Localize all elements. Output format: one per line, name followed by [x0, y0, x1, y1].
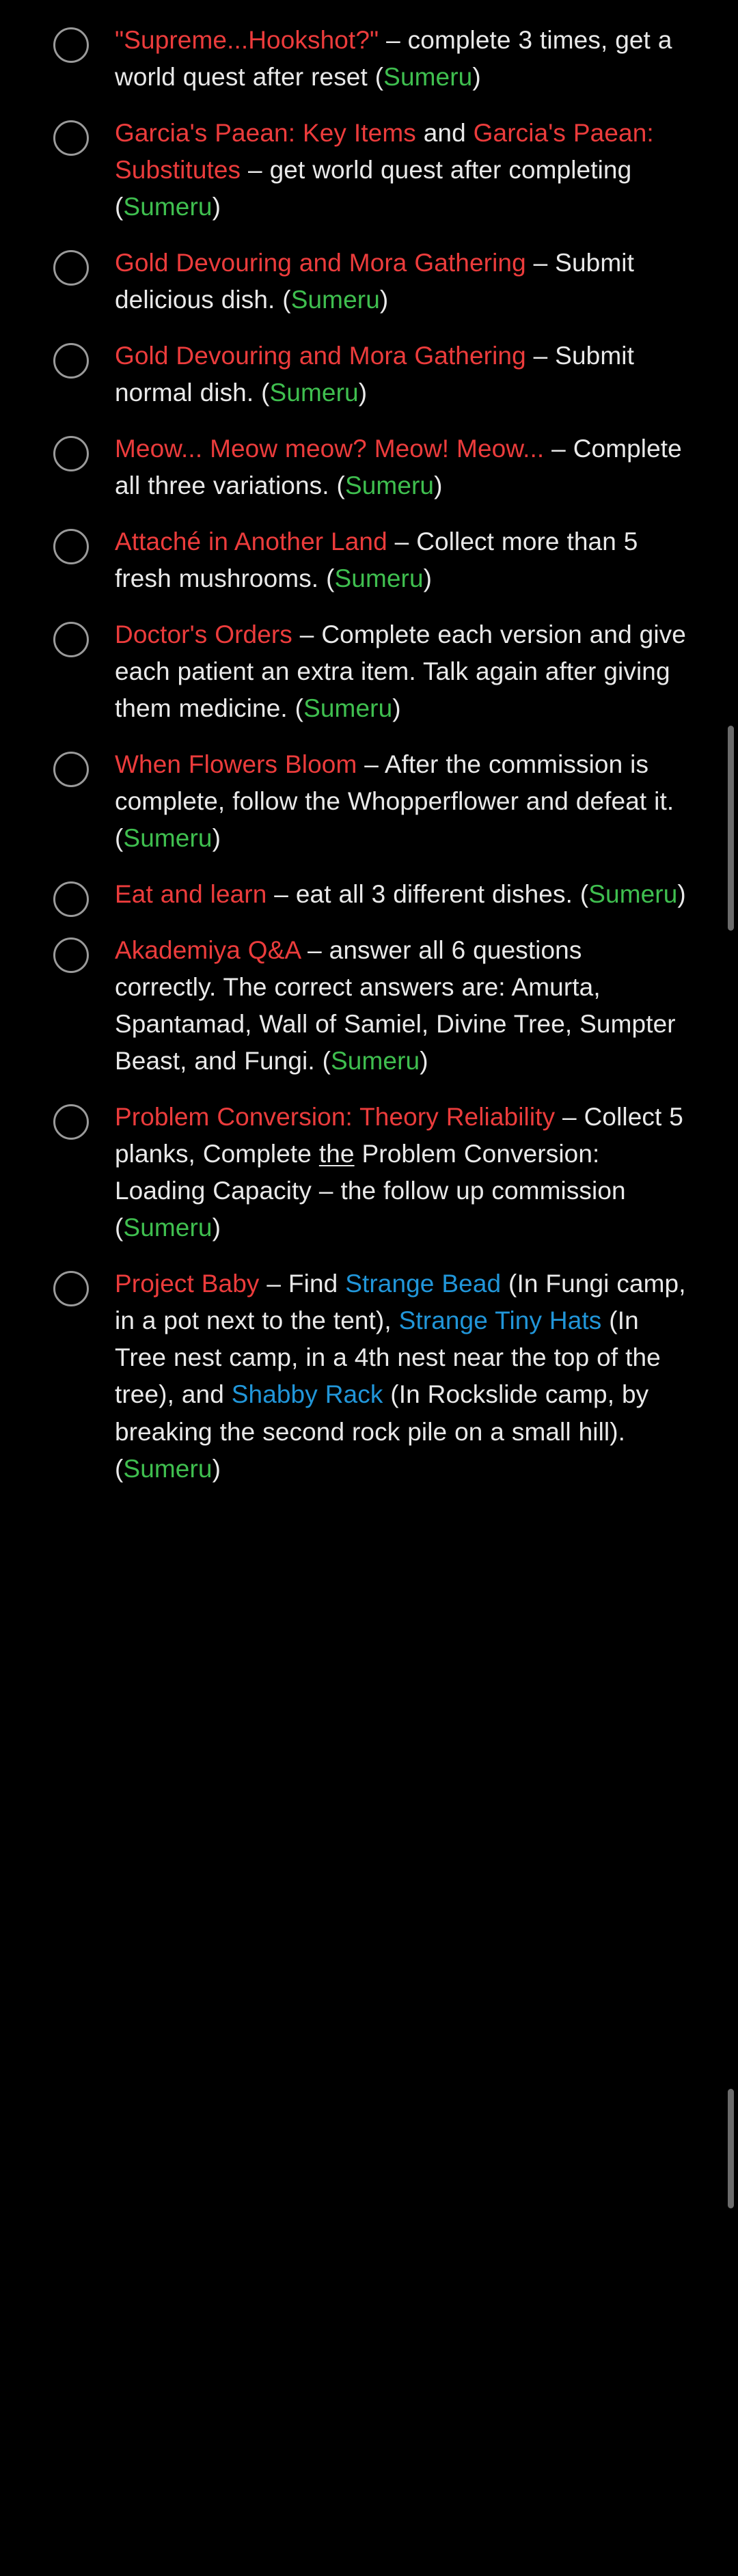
region-tag: Sumeru: [334, 564, 424, 593]
region-tag: Sumeru: [123, 193, 213, 221]
checkbox-unchecked-icon[interactable]: [53, 27, 89, 63]
checklist-item-text: Attaché in Another Land – Collect more t…: [115, 523, 690, 597]
body-text: ): [392, 694, 401, 723]
body-text: ): [379, 286, 389, 314]
region-tag: Sumeru: [123, 824, 213, 853]
checklist: "Supreme...Hookshot?" – complete 3 times…: [0, 0, 738, 1524]
checkbox-unchecked-icon[interactable]: [53, 1271, 89, 1307]
scrollbar-thumb[interactable]: [728, 726, 734, 931]
body-text: ): [212, 193, 221, 221]
checklist-item-text: Problem Conversion: Theory Reliability –…: [115, 1099, 690, 1246]
region-tag: Sumeru: [331, 1047, 420, 1075]
checklist-item[interactable]: Problem Conversion: Theory Reliability –…: [0, 1089, 738, 1256]
checklist-item-text: When Flowers Bloom – After the commissio…: [115, 746, 690, 857]
quest-name: Gold Devouring and Mora Gathering: [115, 342, 526, 370]
checklist-item-text: Gold Devouring and Mora Gathering – Subm…: [115, 245, 690, 318]
body-text: ): [472, 63, 481, 92]
checklist-item[interactable]: Meow... Meow meow? Meow! Meow... – Compl…: [0, 421, 738, 514]
body-text: and: [415, 119, 474, 148]
quest-name: Akademiya Q&A: [115, 936, 301, 965]
body-text: ): [677, 880, 686, 909]
checklist-item[interactable]: When Flowers Bloom – After the commissio…: [0, 737, 738, 866]
body-text: ): [434, 471, 443, 500]
quest-name: Garcia's Paean: Key Items: [115, 119, 416, 148]
checklist-item[interactable]: Eat and learn – eat all 3 different dish…: [0, 866, 738, 922]
checkbox-unchecked-icon[interactable]: [53, 120, 89, 156]
checklist-item-text: Gold Devouring and Mora Gathering – Subm…: [115, 338, 690, 411]
body-text: – Find: [259, 1270, 346, 1298]
quest-name: Eat and learn: [115, 880, 267, 909]
body-text: ): [420, 1047, 428, 1075]
checklist-item-text: Akademiya Q&A – answer all 6 questions c…: [115, 932, 690, 1080]
body-text: ): [212, 1214, 221, 1242]
region-tag: Sumeru: [588, 880, 678, 909]
checklist-item-text: Meow... Meow meow? Meow! Meow... – Compl…: [115, 430, 690, 504]
checklist-item[interactable]: Akademiya Q&A – answer all 6 questions c…: [0, 922, 738, 1089]
checkbox-unchecked-icon[interactable]: [53, 622, 89, 658]
region-tag: Sumeru: [383, 63, 473, 92]
checklist-item[interactable]: "Supreme...Hookshot?" – complete 3 times…: [0, 12, 738, 105]
checkbox-unchecked-icon[interactable]: [53, 250, 89, 286]
checklist-item[interactable]: Attaché in Another Land – Collect more t…: [0, 514, 738, 607]
checkbox-unchecked-icon[interactable]: [53, 436, 89, 472]
underlined-text: the: [318, 1140, 355, 1168]
region-tag: Sumeru: [290, 286, 380, 314]
checkbox-unchecked-icon[interactable]: [53, 937, 89, 974]
checklist-item[interactable]: Gold Devouring and Mora Gathering – Subm…: [0, 235, 738, 328]
checklist-item-text: Doctor's Orders – Complete each version …: [115, 616, 690, 727]
checklist-item-text: Garcia's Paean: Key Items and Garcia's P…: [115, 115, 690, 225]
body-text: ): [358, 379, 368, 407]
checkbox-unchecked-icon[interactable]: [53, 343, 89, 379]
region-tag: Sumeru: [269, 379, 359, 407]
checkbox-unchecked-icon[interactable]: [53, 881, 89, 918]
body-text: ): [212, 1454, 221, 1483]
quest-name: Problem Conversion: Theory Reliability: [115, 1103, 556, 1132]
body-text: ): [423, 564, 433, 593]
checklist-item[interactable]: Project Baby – Find Strange Bead (In Fun…: [0, 1256, 738, 1496]
region-tag: Sumeru: [344, 471, 435, 500]
quest-name: Project Baby: [115, 1270, 260, 1298]
checklist-item[interactable]: Gold Devouring and Mora Gathering – Subm…: [0, 328, 738, 421]
quest-checklist-page: "Supreme...Hookshot?" – complete 3 times…: [0, 0, 738, 2576]
quest-name: Gold Devouring and Mora Gathering: [115, 249, 526, 277]
checklist-item-text: Project Baby – Find Strange Bead (In Fun…: [115, 1265, 690, 1487]
checklist-item[interactable]: Doctor's Orders – Complete each version …: [0, 607, 738, 737]
region-tag: Sumeru: [303, 694, 393, 723]
checklist-item-text: Eat and learn – eat all 3 different dish…: [115, 876, 690, 913]
item-link[interactable]: Strange Tiny Hats: [399, 1306, 602, 1334]
scrollbar[interactable]: [723, 0, 738, 2576]
quest-name: Meow... Meow meow? Meow! Meow...: [115, 435, 545, 463]
item-link[interactable]: Strange Bead: [345, 1270, 501, 1298]
quest-name: When Flowers Bloom: [115, 750, 357, 779]
checklist-item-text: "Supreme...Hookshot?" – complete 3 times…: [115, 22, 690, 96]
region-tag: Sumeru: [123, 1454, 213, 1483]
body-text: ): [212, 824, 221, 853]
region-tag: Sumeru: [123, 1214, 213, 1242]
checkbox-unchecked-icon[interactable]: [53, 752, 89, 788]
quest-name: Attaché in Another Land: [115, 527, 387, 556]
checklist-item[interactable]: Garcia's Paean: Key Items and Garcia's P…: [0, 105, 738, 235]
scrollbar-thumb[interactable]: [728, 2089, 734, 2208]
checkbox-unchecked-icon[interactable]: [53, 1104, 89, 1140]
quest-name: Doctor's Orders: [115, 620, 292, 649]
quest-name: "Supreme...Hookshot?": [115, 26, 379, 54]
body-text: – eat all 3 different dishes. (: [266, 880, 589, 909]
checkbox-unchecked-icon[interactable]: [53, 529, 89, 565]
item-link[interactable]: Shabby Rack: [232, 1380, 383, 1408]
